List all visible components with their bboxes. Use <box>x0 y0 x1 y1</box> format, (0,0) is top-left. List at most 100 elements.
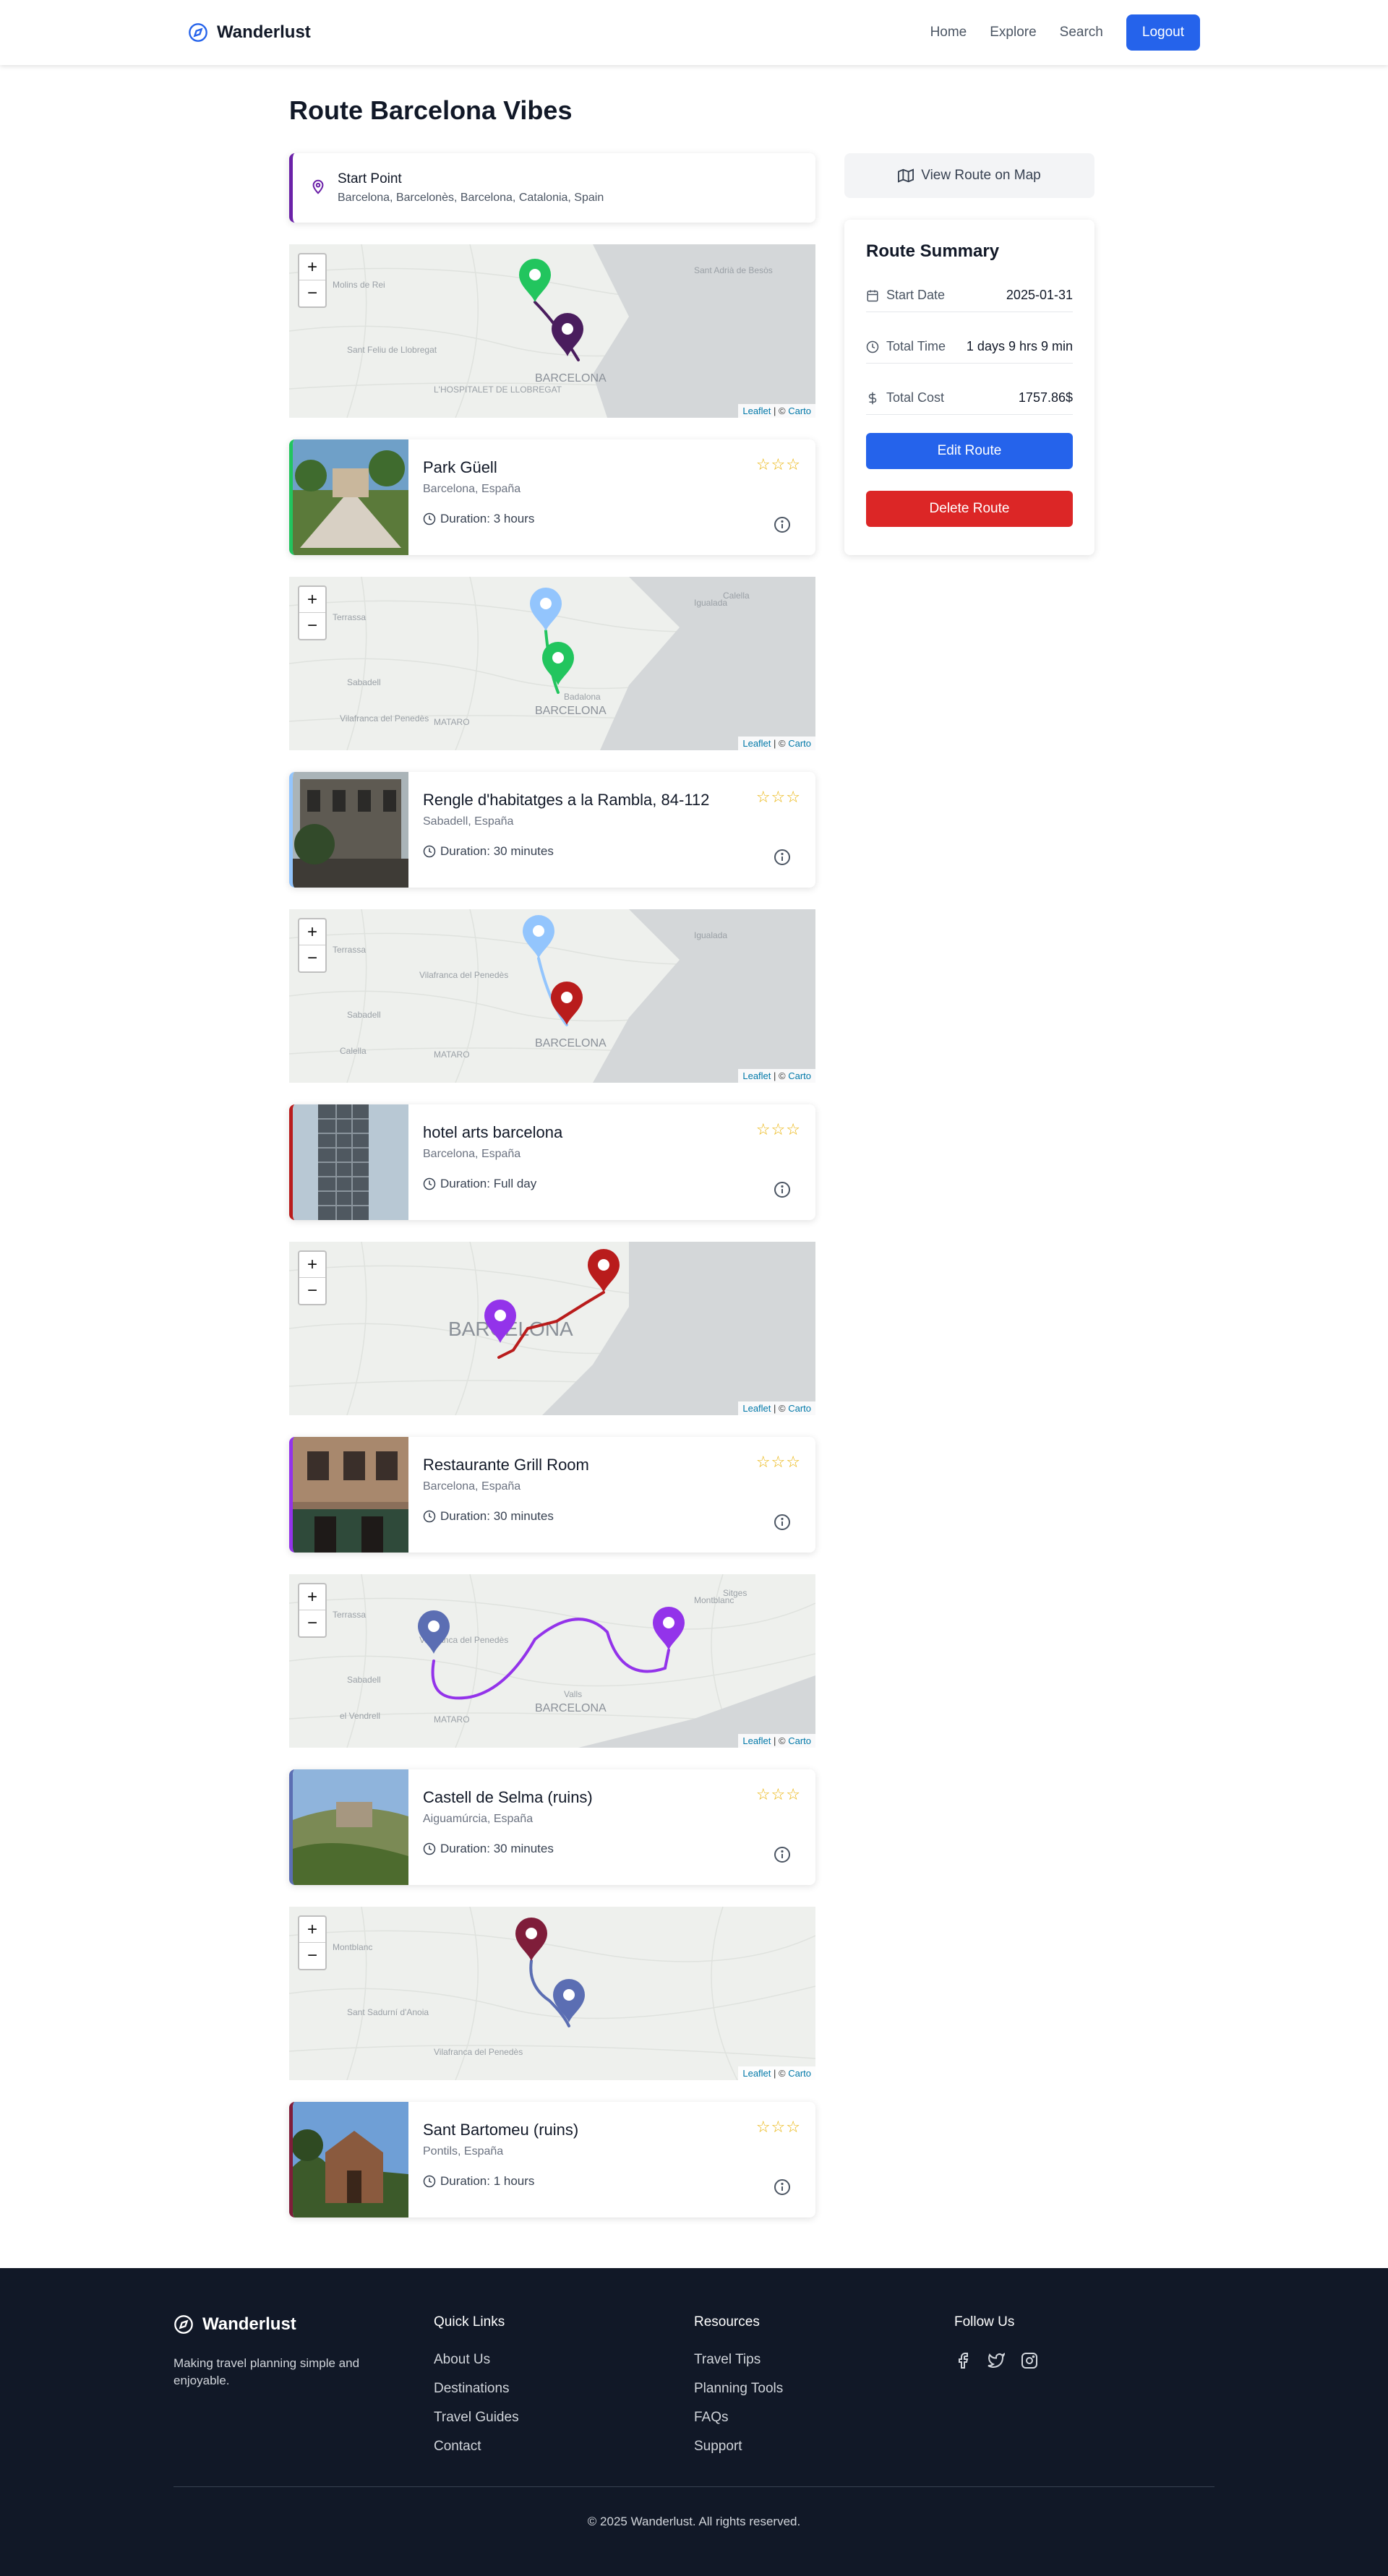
info-icon[interactable] <box>774 2178 791 2196</box>
stop-duration: Duration: 30 minutes <box>423 1509 801 1524</box>
stop-duration-text: Duration: 30 minutes <box>440 1509 554 1523</box>
zoom-in-button[interactable]: + <box>299 1584 325 1610</box>
route-stop-card[interactable]: Castell de Selma (ruins) Aiguamúrcia, Es… <box>289 1769 815 1885</box>
zoom-out-button[interactable]: − <box>299 1943 325 1969</box>
stop-duration-text: Duration: 30 minutes <box>440 1842 554 1855</box>
rating-stars[interactable]: ☆☆☆ <box>756 1120 801 1139</box>
zoom-in-button[interactable]: + <box>299 1917 325 1943</box>
carto-link[interactable]: Carto <box>788 405 811 416</box>
map-place-label: L'HOSPITALET DE LLOBREGAT <box>434 385 562 395</box>
info-icon[interactable] <box>774 1181 791 1198</box>
leaflet-link[interactable]: Leaflet <box>742 1403 771 1414</box>
facebook-icon[interactable] <box>954 2352 972 2369</box>
nav-search-link[interactable]: Search <box>1060 25 1103 40</box>
rating-stars[interactable]: ☆☆☆ <box>756 1785 801 1804</box>
instagram-icon[interactable] <box>1021 2352 1038 2369</box>
stop-duration: Duration: 1 hours <box>423 2174 801 2189</box>
start-point-address: Barcelona, Barcelonès, Barcelona, Catalo… <box>338 192 604 204</box>
zoom-out-button[interactable]: − <box>299 280 325 306</box>
footer-link-guides[interactable]: Travel Guides <box>434 2410 694 2426</box>
route-stop-card[interactable]: Sant Bartomeu (ruins) Pontils, España Du… <box>289 2102 815 2217</box>
logout-button[interactable]: Logout <box>1126 14 1200 51</box>
map-zoom-control: + − <box>298 585 327 640</box>
route-stop-card[interactable]: Park Güell Barcelona, España Duration: 3… <box>289 439 815 555</box>
route-segment-map[interactable]: Montblanc Sant Sadurní d'Anoia Vilafranca … <box>289 1907 815 2080</box>
footer-link-about[interactable]: About Us <box>434 2352 694 2368</box>
leaflet-link[interactable]: Leaflet <box>742 405 771 416</box>
view-route-map-button[interactable]: View Route on Map <box>844 153 1094 198</box>
total-cost-value: 1757.86$ <box>1018 390 1073 405</box>
footer-brand[interactable]: Wanderlust <box>174 2314 434 2335</box>
map-place-label: Sant Sadurní d'Anoia <box>347 2007 429 2017</box>
zoom-out-button[interactable]: − <box>299 613 325 639</box>
stop-duration-text: Duration: Full day <box>440 1177 537 1190</box>
route-segment-map[interactable]: Terrassa Sabadell MATARO Igualada Badalona BA… <box>289 577 815 750</box>
footer-link-support[interactable]: Support <box>694 2439 954 2455</box>
rating-stars[interactable]: ☆☆☆ <box>756 1453 801 1472</box>
stop-photo <box>293 1104 408 1220</box>
clock-icon <box>423 1842 436 1855</box>
carto-link[interactable]: Carto <box>788 738 811 749</box>
footer-link-tools[interactable]: Planning Tools <box>694 2381 954 2397</box>
route-segment-map[interactable]: BARCELONA + − Leaflet | © Carto <box>289 1242 815 1415</box>
carto-link[interactable]: Carto <box>788 1735 811 1746</box>
map-place-label: Calella <box>340 1046 367 1056</box>
carto-link[interactable]: Carto <box>788 1403 811 1414</box>
edit-route-button[interactable]: Edit Route <box>866 433 1073 469</box>
info-icon[interactable] <box>774 1846 791 1863</box>
rating-stars[interactable]: ☆☆☆ <box>756 2118 801 2137</box>
carto-link[interactable]: Carto <box>788 1070 811 1081</box>
route-segment-map[interactable]: Molins de Rei Sant Feliu de Llobregat L'HO… <box>289 244 815 418</box>
stop-duration: Duration: 30 minutes <box>423 844 801 859</box>
nav-explore-link[interactable]: Explore <box>990 25 1036 40</box>
info-icon[interactable] <box>774 849 791 866</box>
map-attribution: Leaflet | © Carto <box>738 404 815 418</box>
zoom-in-button[interactable]: + <box>299 919 325 945</box>
map-pin-icon <box>310 179 326 198</box>
map-attribution: Leaflet | © Carto <box>738 1401 815 1415</box>
stop-name: Castell de Selma (ruins) <box>423 1788 593 1806</box>
stop-photo <box>293 772 408 888</box>
map-place-label: Badalona <box>564 692 601 702</box>
stop-duration: Duration: Full day <box>423 1177 801 1191</box>
start-point-card: Start Point Barcelona, Barcelonès, Barce… <box>289 153 815 223</box>
footer-link-tips[interactable]: Travel Tips <box>694 2352 954 2368</box>
brand-logo[interactable]: Wanderlust <box>188 22 311 43</box>
route-segment-map[interactable]: Terrassa Sabadell MATARO Igualada BARCELONA V… <box>289 909 815 1083</box>
zoom-out-button[interactable]: − <box>299 945 325 971</box>
brand-name: Wanderlust <box>217 22 311 42</box>
zoom-out-button[interactable]: − <box>299 1610 325 1636</box>
info-icon[interactable] <box>774 1514 791 1531</box>
leaflet-link[interactable]: Leaflet <box>742 1735 771 1746</box>
route-segment-map[interactable]: Terrassa Sabadell MATARO Montblanc Valls Vila… <box>289 1574 815 1748</box>
zoom-in-button[interactable]: + <box>299 254 325 280</box>
leaflet-link[interactable]: Leaflet <box>742 1070 771 1081</box>
rating-stars[interactable]: ☆☆☆ <box>756 788 801 807</box>
zoom-in-button[interactable]: + <box>299 1252 325 1278</box>
route-stop-card[interactable]: Rengle d'habitatges a la Rambla, 84-112 … <box>289 772 815 888</box>
map-place-label: Igualada <box>694 930 727 940</box>
footer-link-destinations[interactable]: Destinations <box>434 2381 694 2397</box>
rating-stars[interactable]: ☆☆☆ <box>756 455 801 474</box>
delete-route-button[interactable]: Delete Route <box>866 491 1073 527</box>
footer-link-faqs[interactable]: FAQs <box>694 2410 954 2426</box>
zoom-out-button[interactable]: − <box>299 1278 325 1304</box>
stop-name: hotel arts barcelona <box>423 1123 563 1141</box>
stop-duration: Duration: 30 minutes <box>423 1842 801 1856</box>
stop-location: Pontils, España <box>423 2145 504 2158</box>
leaflet-link[interactable]: Leaflet <box>742 2068 771 2079</box>
map-place-label: Vilafranca del Penedès <box>419 970 508 980</box>
carto-link[interactable]: Carto <box>788 2068 811 2079</box>
map-place-label: Calella <box>723 591 750 601</box>
info-icon[interactable] <box>774 516 791 533</box>
twitter-icon[interactable] <box>988 2352 1005 2369</box>
route-stop-card[interactable]: hotel arts barcelona Barcelona, España D… <box>289 1104 815 1220</box>
stop-photo <box>293 2102 408 2217</box>
leaflet-link[interactable]: Leaflet <box>742 738 771 749</box>
stop-name: Restaurante Grill Room <box>423 1456 589 1474</box>
footer-link-contact[interactable]: Contact <box>434 2439 694 2455</box>
nav-home-link[interactable]: Home <box>930 25 967 40</box>
stop-duration: Duration: 3 hours <box>423 512 801 526</box>
zoom-in-button[interactable]: + <box>299 587 325 613</box>
route-stop-card[interactable]: Restaurante Grill Room Barcelona, España… <box>289 1437 815 1553</box>
